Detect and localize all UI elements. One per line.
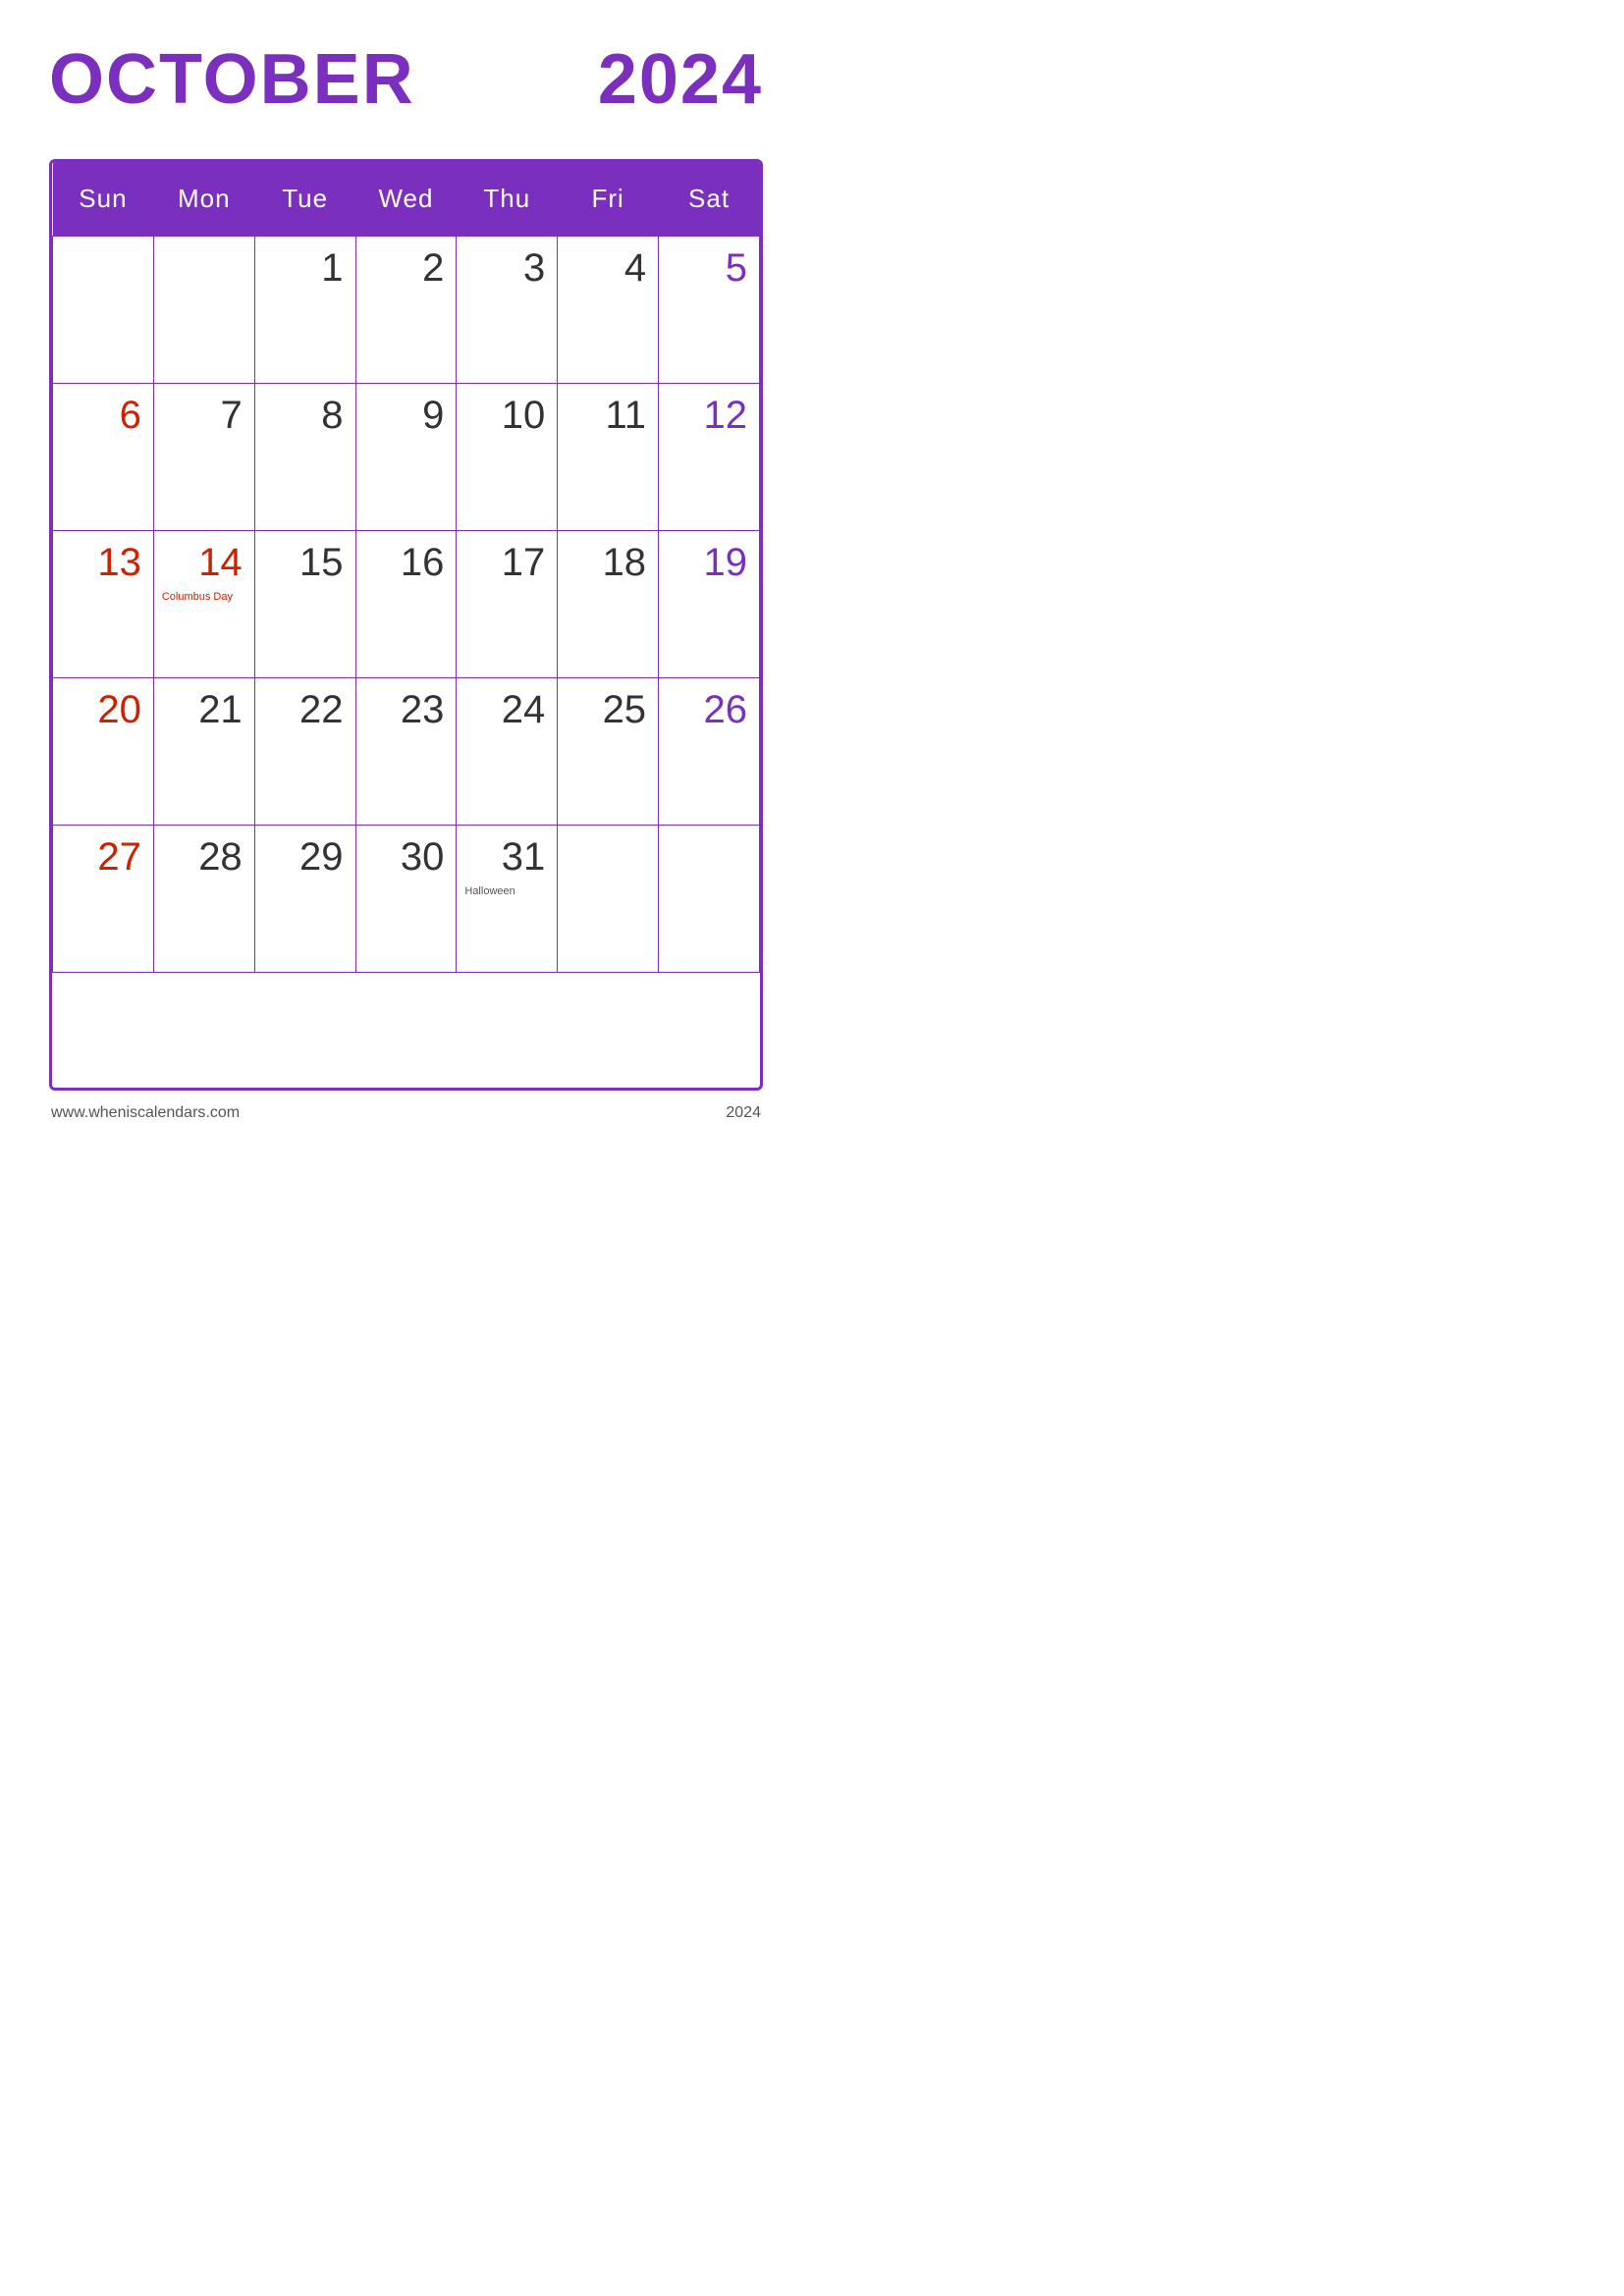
calendar-cell: 7 (153, 384, 254, 531)
calendar-cell: 11 (558, 384, 659, 531)
calendar-cell: 6 (53, 384, 154, 531)
calendar-cell: 29 (254, 826, 355, 973)
calendar-cell: 9 (355, 384, 457, 531)
day-number: 17 (464, 541, 545, 585)
holiday-label: Halloween (464, 885, 545, 897)
week-row-5: 27 28 29 30 31 Halloween (53, 826, 760, 973)
day-number: 12 (667, 394, 747, 438)
day-number: 26 (667, 688, 747, 732)
footer-year: 2024 (726, 1104, 761, 1122)
day-number: 20 (61, 688, 141, 732)
day-number: 19 (667, 541, 747, 585)
day-number: 3 (464, 246, 545, 291)
calendar-cell: 19 (659, 531, 760, 678)
calendar-cell: 24 (457, 678, 558, 826)
day-number: 18 (566, 541, 646, 585)
calendar-cell: 31 Halloween (457, 826, 558, 973)
day-number: 29 (263, 835, 344, 880)
day-header-wed: Wed (355, 162, 457, 237)
day-header-fri: Fri (558, 162, 659, 237)
day-number: 30 (364, 835, 445, 880)
day-number: 9 (364, 394, 445, 438)
calendar-cell: 22 (254, 678, 355, 826)
calendar-cell: 10 (457, 384, 558, 531)
day-number: 6 (61, 394, 141, 438)
calendar-cell: 4 (558, 237, 659, 384)
day-number: 4 (566, 246, 646, 291)
day-header-sat: Sat (659, 162, 760, 237)
calendar-cell: 8 (254, 384, 355, 531)
calendar-cell (558, 826, 659, 973)
calendar-cell: 14 Columbus Day (153, 531, 254, 678)
day-number: 31 (464, 835, 545, 880)
calendar-cell: 23 (355, 678, 457, 826)
day-number: 14 (162, 541, 243, 585)
day-number: 22 (263, 688, 344, 732)
calendar-cell: 15 (254, 531, 355, 678)
calendar-footer: www.wheniscalendars.com 2024 (49, 1098, 763, 1128)
day-number: 24 (464, 688, 545, 732)
day-header-thu: Thu (457, 162, 558, 237)
day-header-row: SunMonTueWedThuFriSat (53, 162, 760, 237)
day-number: 27 (61, 835, 141, 880)
calendar-cell: 30 (355, 826, 457, 973)
calendar-cell: 5 (659, 237, 760, 384)
day-header-tue: Tue (254, 162, 355, 237)
week-row-2: 6789 10 11 12 (53, 384, 760, 531)
calendar-header: OCTOBER 2024 (49, 39, 763, 120)
calendar-grid: SunMonTueWedThuFriSat 123456789101112131… (49, 159, 763, 1091)
day-number: 1 (263, 246, 344, 291)
day-number: 10 (464, 394, 545, 438)
calendar-cell: 25 (558, 678, 659, 826)
day-number: 11 (566, 394, 646, 438)
calendar-cell: 2 (355, 237, 457, 384)
year-title: 2024 (598, 39, 763, 120)
day-number: 13 (61, 541, 141, 585)
day-number: 5 (667, 246, 747, 291)
day-number: 8 (263, 394, 344, 438)
calendar-cell: 28 (153, 826, 254, 973)
calendar-cell: 21 (153, 678, 254, 826)
footer-url: www.wheniscalendars.com (51, 1104, 240, 1122)
calendar-cell (153, 237, 254, 384)
day-number: 2 (364, 246, 445, 291)
calendar-cell: 12 (659, 384, 760, 531)
calendar-cell: 17 (457, 531, 558, 678)
week-row-1: 12345 (53, 237, 760, 384)
day-number: 7 (162, 394, 243, 438)
day-number: 21 (162, 688, 243, 732)
day-number: 28 (162, 835, 243, 880)
day-number: 23 (364, 688, 445, 732)
calendar-cell (659, 826, 760, 973)
holiday-label: Columbus Day (162, 591, 243, 603)
calendar-cell: 26 (659, 678, 760, 826)
calendar-cell: 13 (53, 531, 154, 678)
week-row-3: 13 14 Columbus Day 15 16 17 18 19 (53, 531, 760, 678)
day-header-sun: Sun (53, 162, 154, 237)
calendar-cell: 27 (53, 826, 154, 973)
calendar-cell: 3 (457, 237, 558, 384)
calendar-cell: 20 (53, 678, 154, 826)
day-number: 25 (566, 688, 646, 732)
day-number: 16 (364, 541, 445, 585)
week-row-4: 20 21 22 23 24 25 26 (53, 678, 760, 826)
calendar-cell: 16 (355, 531, 457, 678)
calendar-cell: 18 (558, 531, 659, 678)
day-header-mon: Mon (153, 162, 254, 237)
calendar-cell (53, 237, 154, 384)
calendar-cell: 1 (254, 237, 355, 384)
day-number: 15 (263, 541, 344, 585)
month-title: OCTOBER (49, 39, 415, 120)
calendar-table: SunMonTueWedThuFriSat 123456789101112131… (52, 162, 760, 973)
